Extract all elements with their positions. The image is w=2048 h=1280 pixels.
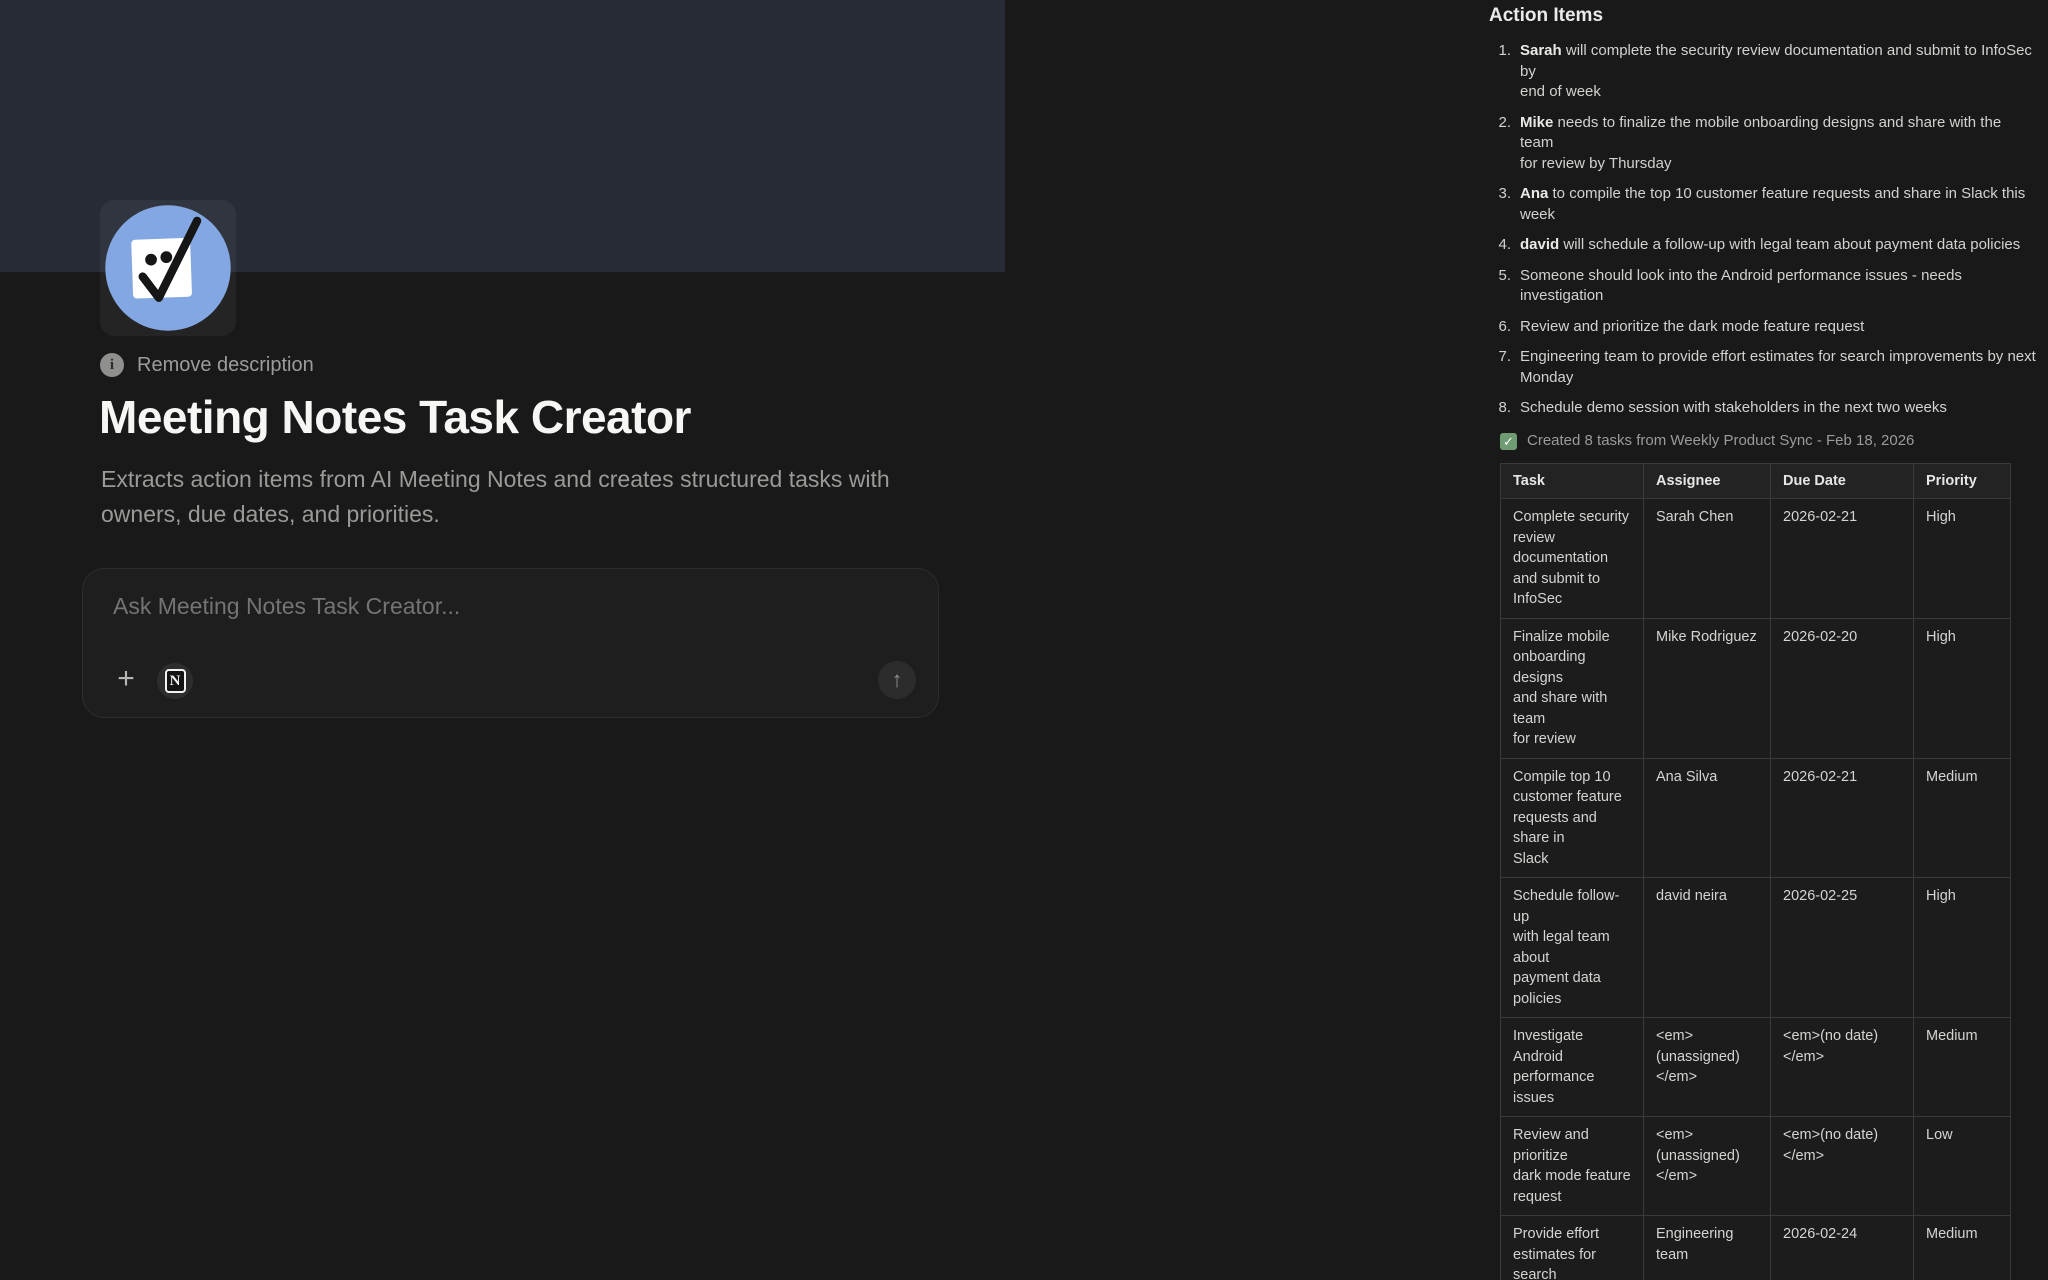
- action-item-text: Sarah will complete the security review …: [1520, 41, 2037, 103]
- action-item-text: Ana to compile the top 10 customer featu…: [1520, 184, 2037, 225]
- action-item-number: 7.: [1489, 347, 1511, 388]
- cell-due-date: <em>(no date) </em>: [1771, 1117, 1914, 1216]
- cell-assignee: Sarah Chen: [1644, 499, 1771, 619]
- cell-assignee: Ana Silva: [1644, 758, 1771, 878]
- cell-priority: High: [1914, 499, 2011, 619]
- cell-priority: Medium: [1914, 758, 2011, 878]
- table-header-cell: Assignee: [1644, 463, 1771, 499]
- cell-priority: Low: [1914, 1117, 2011, 1216]
- arrow-up-icon: ↑: [892, 667, 903, 693]
- cell-task: Provide effort estimates for search impr…: [1501, 1216, 1644, 1280]
- action-item: 1. Sarah will complete the security revi…: [1489, 41, 2037, 103]
- notion-source-button[interactable]: N: [157, 663, 193, 699]
- cell-priority: Medium: [1914, 1216, 2011, 1280]
- cell-due-date: 2026-02-21: [1771, 499, 1914, 619]
- cell-due-date: 2026-02-25: [1771, 878, 1914, 1018]
- cell-assignee: david neira: [1644, 878, 1771, 1018]
- composer[interactable]: + N ↑: [82, 568, 939, 718]
- action-item-text: Someone should look into the Android per…: [1520, 266, 2037, 307]
- table-row: Provide effort estimates for search impr…: [1501, 1216, 2011, 1280]
- cell-task: Complete security review documentation a…: [1501, 499, 1644, 619]
- cell-assignee: Engineering team: [1644, 1216, 1771, 1280]
- action-item: 6. Review and prioritize the dark mode f…: [1489, 317, 2037, 338]
- action-item: 8. Schedule demo session with stakeholde…: [1489, 398, 2037, 419]
- action-item-number: 4.: [1489, 235, 1511, 256]
- cell-due-date: 2026-02-21: [1771, 758, 1914, 878]
- table-row: Compile top 10 customer feature requests…: [1501, 758, 2011, 878]
- table-row: Review and prioritize dark mode feature …: [1501, 1117, 2011, 1216]
- action-item: 2. Mike needs to finalize the mobile onb…: [1489, 113, 2037, 175]
- info-icon: i: [100, 353, 124, 377]
- green-check-icon: ✓: [1500, 433, 1517, 450]
- action-items-list: 1. Sarah will complete the security revi…: [1489, 41, 2037, 419]
- cell-task: Investigate Android performance issues: [1501, 1018, 1644, 1117]
- action-item-number: 2.: [1489, 113, 1511, 175]
- cell-priority: High: [1914, 618, 2011, 758]
- table-row: Investigate Android performance issues <…: [1501, 1018, 2011, 1117]
- action-item: 7. Engineering team to provide effort es…: [1489, 347, 2037, 388]
- cell-task: Review and prioritize dark mode feature …: [1501, 1117, 1644, 1216]
- cell-priority: High: [1914, 878, 2011, 1018]
- action-item-text: Engineering team to provide effort estim…: [1520, 347, 2036, 388]
- action-item-number: 1.: [1489, 41, 1511, 103]
- cell-due-date: <em>(no date) </em>: [1771, 1018, 1914, 1117]
- remove-description-button[interactable]: i Remove description: [100, 350, 314, 380]
- cell-assignee: <em>(unassigned) </em>: [1644, 1018, 1771, 1117]
- cell-priority: Medium: [1914, 1018, 2011, 1117]
- created-status: ✓ Created 8 tasks from Weekly Product Sy…: [1500, 432, 2037, 450]
- table-header-cell: Due Date: [1771, 463, 1914, 499]
- cell-task: Finalize mobile onboarding designs and s…: [1501, 618, 1644, 758]
- action-item-number: 3.: [1489, 184, 1511, 225]
- action-item-number: 8.: [1489, 398, 1511, 419]
- tasks-table: TaskAssigneeDue DatePriority Complete se…: [1500, 463, 2011, 1280]
- action-item-number: 6.: [1489, 317, 1511, 338]
- table-row: Complete security review documentation a…: [1501, 499, 2011, 619]
- cell-assignee: Mike Rodriguez: [1644, 618, 1771, 758]
- send-button[interactable]: ↑: [878, 661, 916, 699]
- action-item-text: david will schedule a follow-up with leg…: [1520, 235, 2020, 256]
- action-items-panel: Action Items 1. Sarah will complete the …: [1489, 0, 2037, 1280]
- cell-due-date: 2026-02-24: [1771, 1216, 1914, 1280]
- page-description: Extracts action items from AI Meeting No…: [101, 462, 901, 532]
- table-header-cell: Task: [1501, 463, 1644, 499]
- action-item: 3. Ana to compile the top 10 customer fe…: [1489, 184, 2037, 225]
- cell-task: Compile top 10 customer feature requests…: [1501, 758, 1644, 878]
- composer-input[interactable]: [113, 593, 893, 620]
- table-header-cell: Priority: [1914, 463, 2011, 499]
- agent-avatar[interactable]: [100, 200, 236, 336]
- table-row: Schedule follow-up with legal team about…: [1501, 878, 2011, 1018]
- table-row: Finalize mobile onboarding designs and s…: [1501, 618, 2011, 758]
- panel-heading: Action Items: [1489, 5, 2037, 27]
- notion-logo-icon: N: [165, 669, 186, 693]
- action-item-text: Mike needs to finalize the mobile onboar…: [1520, 113, 2037, 175]
- action-item: 4. david will schedule a follow-up with …: [1489, 235, 2037, 256]
- checkbox-doodle-icon: [104, 204, 232, 332]
- cell-task: Schedule follow-up with legal team about…: [1501, 878, 1644, 1018]
- action-item: 5. Someone should look into the Android …: [1489, 266, 2037, 307]
- action-item-number: 5.: [1489, 266, 1511, 307]
- table-header-row: TaskAssigneeDue DatePriority: [1501, 463, 2011, 499]
- remove-description-label: Remove description: [137, 354, 314, 377]
- cell-due-date: 2026-02-20: [1771, 618, 1914, 758]
- page-title: Meeting Notes Task Creator: [99, 390, 691, 444]
- action-item-text: Schedule demo session with stakeholders …: [1520, 398, 1947, 419]
- attach-plus-button[interactable]: +: [109, 663, 143, 697]
- cell-assignee: <em>(unassigned) </em>: [1644, 1117, 1771, 1216]
- created-status-text: Created 8 tasks from Weekly Product Sync…: [1527, 432, 1914, 449]
- action-item-text: Review and prioritize the dark mode feat…: [1520, 317, 1864, 338]
